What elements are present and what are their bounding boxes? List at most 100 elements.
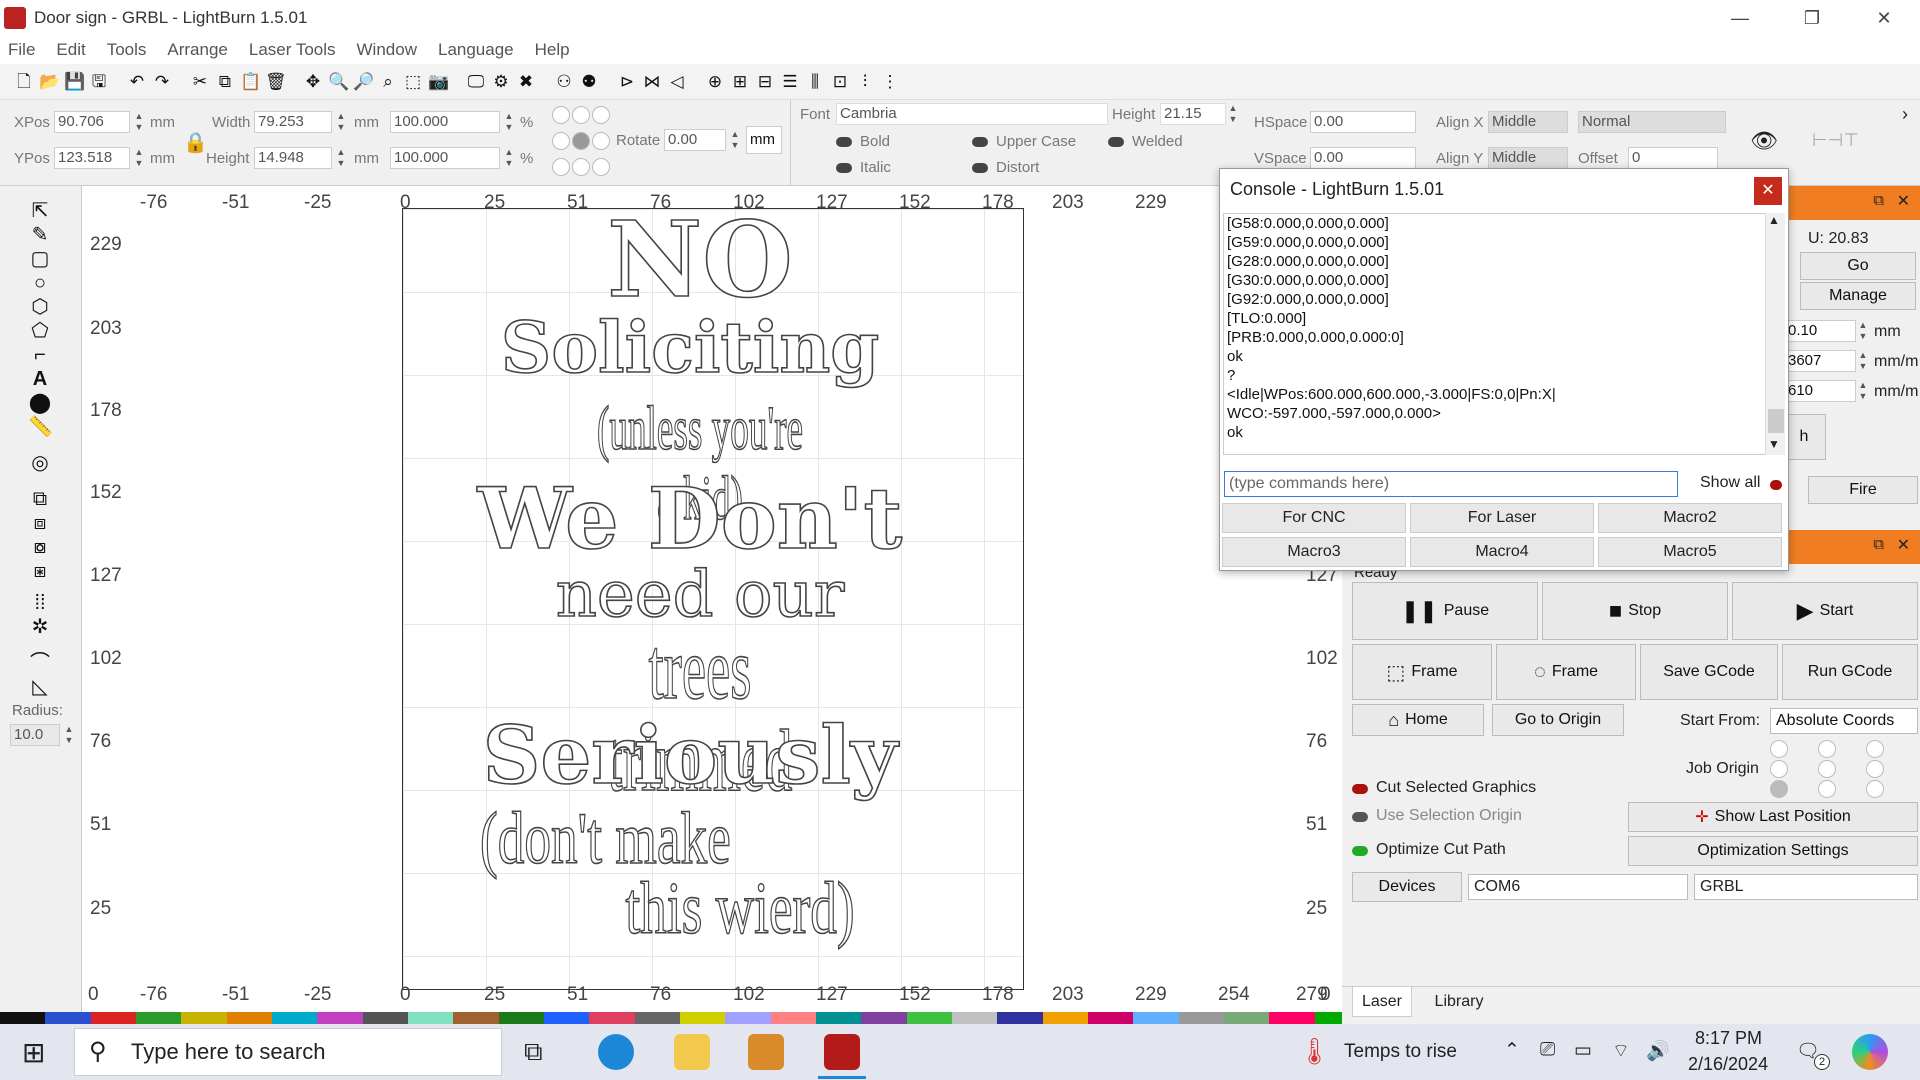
copilot-icon[interactable] <box>1852 1034 1888 1070</box>
palette-swatch[interactable] <box>407 1012 454 1024</box>
macro-button[interactable]: Macro4 <box>1410 537 1594 567</box>
palette-swatch[interactable] <box>770 1012 816 1024</box>
flip-horizontal-icon[interactable]: ⊳ <box>617 72 637 92</box>
palette-swatch[interactable] <box>997 1012 1043 1024</box>
boolean-subtract-icon[interactable]: ⧈ <box>28 512 52 534</box>
center-icon[interactable]: ⊕ <box>705 72 725 92</box>
palette-swatch[interactable] <box>861 1012 907 1024</box>
zoom-selection-icon[interactable]: ⬚ <box>403 72 423 92</box>
close-panel-icon[interactable]: ✕ <box>1897 535 1910 555</box>
clock-time[interactable]: 8:17 PM <box>1695 1028 1762 1049</box>
windows-start-icon[interactable]: ⊞ <box>22 1036 45 1069</box>
wifi-icon[interactable]: ⌔ <box>1612 1039 1630 1063</box>
frame-circle-button[interactable]: ◌ Frame <box>1496 644 1636 700</box>
job-origin-radio[interactable] <box>1866 760 1884 778</box>
jog-speed-spinner[interactable]: ▲ ▼ <box>1856 380 1870 402</box>
undo-icon[interactable]: ↶ <box>127 72 147 92</box>
port-select[interactable]: COM6 <box>1468 874 1688 900</box>
job-origin-radio[interactable] <box>1818 780 1836 798</box>
scroll-down-icon[interactable]: ▼ <box>1768 437 1780 451</box>
palette-swatch[interactable] <box>45 1012 91 1024</box>
scale-width-spinner[interactable]: ▲ ▼ <box>502 111 516 133</box>
palette-swatch[interactable] <box>271 1012 318 1024</box>
show-all-toggle[interactable] <box>1770 480 1782 490</box>
width-spinner[interactable]: ▲ ▼ <box>334 111 348 133</box>
job-origin-radio[interactable] <box>1818 740 1836 758</box>
xpos-field[interactable]: 90.706 <box>54 111 130 133</box>
anchor-radio[interactable] <box>552 106 570 124</box>
layer-color-palette[interactable] <box>0 1012 1360 1024</box>
rectangle-icon[interactable]: ▢ <box>28 248 52 270</box>
circular-array-icon[interactable]: ✲ <box>28 616 52 638</box>
open-file-icon[interactable]: 📂 <box>39 72 60 92</box>
offset-icon[interactable]: ◎ <box>28 452 52 474</box>
design-line[interactable]: this wierd) <box>610 869 869 949</box>
weather-label[interactable]: Temps to rise <box>1344 1041 1457 1063</box>
height-spinner[interactable]: ▲ ▼ <box>334 147 348 169</box>
design-line[interactable]: NO <box>560 207 840 313</box>
flip-vertical-icon[interactable]: ◁ <box>667 72 687 92</box>
palette-swatch[interactable] <box>1087 1012 1134 1024</box>
mm-toggle-button[interactable]: mm <box>746 126 782 154</box>
align-x-select[interactable]: Middle <box>1488 111 1568 133</box>
palette-swatch[interactable] <box>634 1012 680 1024</box>
align-icon[interactable]: ⊞ <box>730 72 750 92</box>
pause-button[interactable]: ❚❚ Pause <box>1352 582 1538 640</box>
macro-button[interactable]: For Laser <box>1410 503 1594 533</box>
move-icon[interactable]: ✥ <box>303 72 323 92</box>
use-selection-origin-toggle[interactable] <box>1352 812 1368 822</box>
ellipse-icon[interactable]: ○ <box>28 272 52 294</box>
radius-field[interactable]: 10.0 <box>10 724 60 746</box>
design-line[interactable]: (don't make <box>479 799 739 879</box>
anchor-radio-selected[interactable] <box>572 132 590 150</box>
frame-rect-button[interactable]: ⬚ Frame <box>1352 644 1492 700</box>
go-button[interactable]: Go <box>1800 252 1916 280</box>
palette-swatch[interactable] <box>1223 1012 1270 1024</box>
anchor-radio[interactable] <box>592 158 610 176</box>
jog-speed-field[interactable]: 610 <box>1784 380 1856 402</box>
distort-toggle[interactable] <box>972 163 988 173</box>
save-icon[interactable]: 💾 <box>64 72 85 92</box>
maximize-button[interactable]: ❐ <box>1776 0 1848 36</box>
ypos-field[interactable]: 123.518 <box>54 147 130 169</box>
menu-file[interactable]: File <box>8 40 35 60</box>
polygon-icon[interactable]: ⬡ <box>28 296 52 318</box>
tray-chevron-icon[interactable]: ⌃ <box>1504 1039 1520 1062</box>
measure-icon[interactable]: 📏 <box>28 416 53 438</box>
app-cube-icon[interactable] <box>748 1034 784 1070</box>
grid-array-icon[interactable]: ⁞⁞ <box>28 592 52 614</box>
palette-swatch[interactable] <box>906 1012 952 1024</box>
tools-icon[interactable]: ✖ <box>516 72 536 92</box>
start-button[interactable]: ▶ Start <box>1732 582 1918 640</box>
design-line[interactable]: We Don't <box>460 473 920 565</box>
font-height-field[interactable]: 21.15 <box>1160 103 1226 125</box>
palette-swatch[interactable] <box>679 1012 726 1024</box>
expand-icon[interactable]: › <box>1902 104 1908 125</box>
palette-swatch[interactable] <box>181 1012 227 1024</box>
settings-icon[interactable]: ⚙ <box>491 72 511 92</box>
cut-icon[interactable]: ✂ <box>190 72 210 92</box>
ungroup-icon[interactable]: ⚉ <box>579 72 599 92</box>
palette-swatch[interactable] <box>1133 1012 1179 1024</box>
speed-field[interactable]: 3607 <box>1784 350 1856 372</box>
save-gcode-button[interactable]: Save GCode <box>1640 644 1778 700</box>
palette-swatch[interactable] <box>589 1012 635 1024</box>
console-close-button[interactable]: ✕ <box>1754 177 1782 205</box>
job-origin-radio[interactable] <box>1866 780 1884 798</box>
palette-swatch[interactable] <box>1042 1012 1088 1024</box>
run-gcode-button[interactable]: Run GCode <box>1782 644 1918 700</box>
float-icon[interactable]: ⧉ <box>1873 536 1884 553</box>
align-y-select[interactable]: Middle <box>1488 147 1568 169</box>
close-button[interactable]: ✕ <box>1848 0 1920 36</box>
weld-icon[interactable]: ⧆ <box>28 560 52 582</box>
lightburn-taskbar-icon[interactable] <box>824 1034 860 1070</box>
edge-browser-icon[interactable] <box>598 1034 634 1070</box>
scroll-thumb[interactable] <box>1768 409 1784 433</box>
show-last-position-button[interactable]: ✛ Show Last Position <box>1628 802 1918 832</box>
palette-swatch[interactable] <box>725 1012 771 1024</box>
taskbar-search-box[interactable]: ⚲ Type here to search <box>74 1028 502 1076</box>
scale-width-field[interactable]: 100.000 <box>390 111 500 133</box>
speed-spinner[interactable]: ▲ ▼ <box>1856 350 1870 372</box>
width-field[interactable]: 79.253 <box>254 111 332 133</box>
scale-height-field[interactable]: 100.000 <box>390 147 500 169</box>
